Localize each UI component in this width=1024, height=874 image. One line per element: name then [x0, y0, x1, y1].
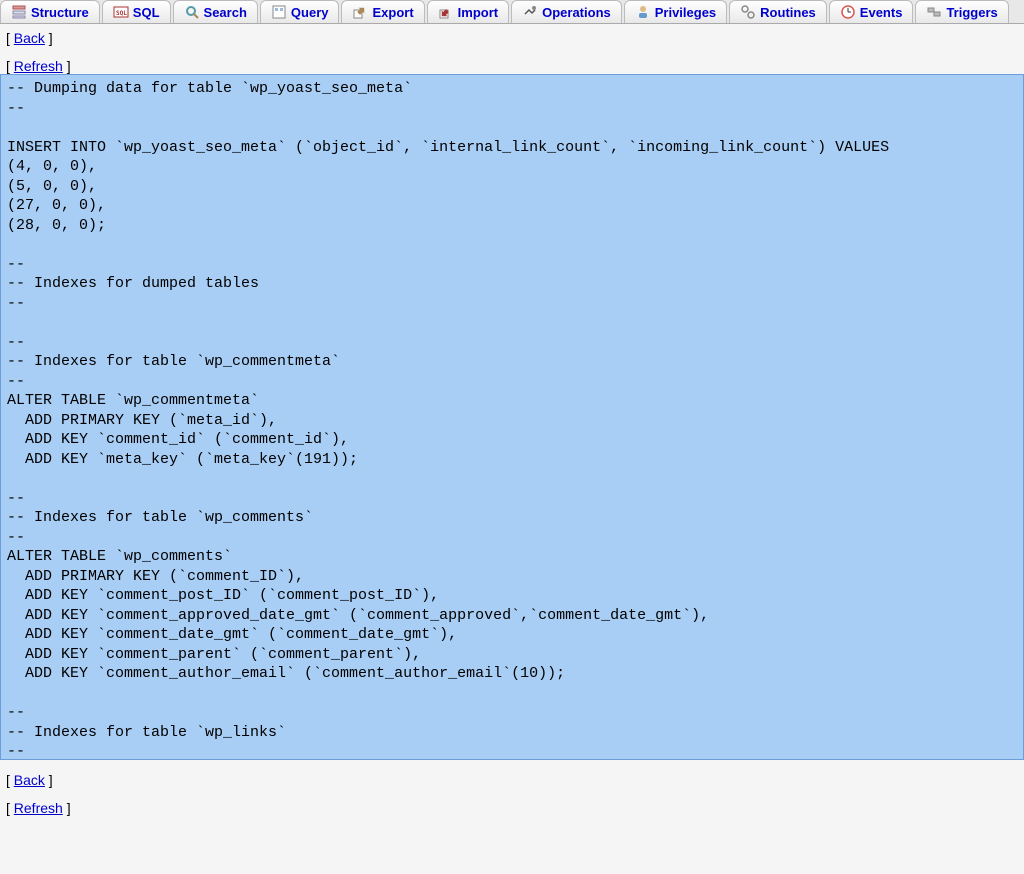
- tab-privileges[interactable]: Privileges: [624, 0, 727, 23]
- tab-label: Query: [291, 5, 329, 20]
- tab-label: Export: [372, 5, 413, 20]
- sql-output[interactable]: -- Dumping data for table `wp_yoast_seo_…: [0, 74, 1024, 760]
- refresh-link-row-top: [ Refresh ]: [0, 52, 1024, 74]
- triggers-icon: [926, 4, 942, 20]
- privileges-icon: [635, 4, 651, 20]
- tab-events[interactable]: Events: [829, 0, 914, 23]
- tab-label: Routines: [760, 5, 816, 20]
- tab-label: Structure: [31, 5, 89, 20]
- tab-import[interactable]: Import: [427, 0, 509, 23]
- refresh-link[interactable]: Refresh: [14, 800, 63, 816]
- tab-routines[interactable]: Routines: [729, 0, 827, 23]
- tab-label: Triggers: [946, 5, 997, 20]
- tab-label: Operations: [542, 5, 611, 20]
- back-link-row-bottom: [ Back ]: [0, 766, 1024, 794]
- operations-icon: [522, 4, 538, 20]
- tab-label: Privileges: [655, 5, 716, 20]
- tab-query[interactable]: Query: [260, 0, 340, 23]
- svg-text:SQL: SQL: [116, 10, 127, 17]
- structure-icon: [11, 4, 27, 20]
- import-icon: [438, 4, 454, 20]
- tab-operations[interactable]: Operations: [511, 0, 622, 23]
- back-link[interactable]: Back: [14, 30, 45, 46]
- refresh-link-row-bottom: [ Refresh ]: [0, 794, 1024, 822]
- refresh-link[interactable]: Refresh: [14, 58, 63, 74]
- tab-export[interactable]: Export: [341, 0, 424, 23]
- back-link[interactable]: Back: [14, 772, 45, 788]
- export-icon: [352, 4, 368, 20]
- tab-label: SQL: [133, 5, 160, 20]
- sql-icon: SQL: [113, 4, 129, 20]
- tab-triggers[interactable]: Triggers: [915, 0, 1008, 23]
- tab-label: Events: [860, 5, 903, 20]
- search-icon: [184, 4, 200, 20]
- routines-icon: [740, 4, 756, 20]
- back-link-row-top: [ Back ]: [0, 24, 1024, 52]
- tab-search[interactable]: Search: [173, 0, 258, 23]
- query-icon: [271, 4, 287, 20]
- top-tabs: Structure SQL SQL Search Query Export Im…: [0, 0, 1024, 24]
- tab-label: Search: [204, 5, 247, 20]
- tab-label: Import: [458, 5, 498, 20]
- events-icon: [840, 4, 856, 20]
- tab-sql[interactable]: SQL SQL: [102, 0, 171, 23]
- tab-structure[interactable]: Structure: [0, 0, 100, 23]
